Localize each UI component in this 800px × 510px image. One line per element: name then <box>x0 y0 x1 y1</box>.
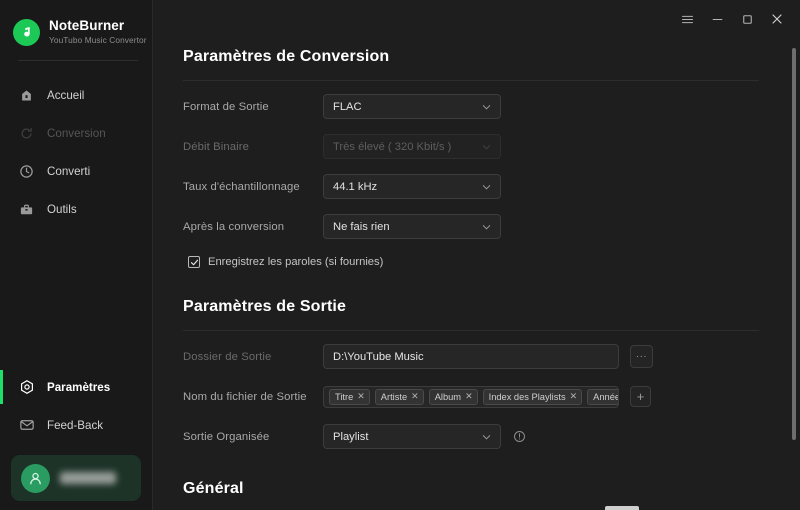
add-filename-tag-button[interactable]: + <box>630 386 651 407</box>
titlebar <box>153 0 800 38</box>
main-area: Paramètres de Conversion Format de Sorti… <box>153 0 800 510</box>
select-value: Très élevé ( 320 Kbit/s ) <box>333 140 452 153</box>
tag-label: Index des Playlists <box>488 391 566 402</box>
sidebar-item-label: Converti <box>47 164 91 178</box>
filename-tag: Année✕ <box>587 388 619 405</box>
row-label: Après la conversion <box>183 220 285 233</box>
chevron-down-icon <box>481 221 492 232</box>
row-apres-la-conversion: Après la conversion Ne fais rien <box>183 212 772 241</box>
sidebar-item-converti[interactable]: Converti <box>0 154 152 188</box>
bitrate-select: Très élevé ( 320 Kbit/s ) <box>323 134 501 159</box>
chevron-down-icon <box>481 101 492 112</box>
select-value: Ne fais rien <box>333 220 390 233</box>
filename-tag: Album ✕ <box>428 388 478 405</box>
section-title-conversion: Paramètres de Conversion <box>183 48 390 65</box>
chevron-down-icon <box>481 141 492 152</box>
sidebar-item-parametres[interactable]: Paramètres <box>0 370 143 404</box>
vertical-scrollbar[interactable] <box>792 48 796 440</box>
row-format-de-sortie: Format de Sortie FLAC <box>183 92 772 121</box>
row-label: Sortie Organisée <box>183 430 270 443</box>
noteburner-disc-icon <box>13 18 40 46</box>
section-divider <box>183 330 759 331</box>
section-divider <box>183 80 759 81</box>
sidebar-nav: Accueil Conversion Converti Outils <box>0 78 152 226</box>
section-title-general: Général <box>183 480 244 497</box>
close-icon[interactable] <box>762 6 792 32</box>
select-value: FLAC <box>333 100 362 113</box>
row-label: Format de Sortie <box>183 100 269 113</box>
save-lyrics-checkbox[interactable]: Enregistrez les paroles (si fournies) <box>188 256 772 268</box>
account-name <box>60 472 116 484</box>
row-debit-binaire: Débit Binaire Très élevé ( 320 Kbit/s ) <box>183 132 772 161</box>
input-value: D:\YouTube Music <box>333 350 424 363</box>
output-format-select[interactable]: FLAC <box>323 94 501 119</box>
account-card[interactable] <box>11 455 141 501</box>
sidebar-item-conversion[interactable]: Conversion <box>0 116 152 150</box>
organized-output-select[interactable]: Playlist <box>323 424 501 449</box>
checkbox-label: Enregistrez les paroles (si fournies) <box>208 256 384 268</box>
filename-tag: Titre ✕ <box>329 388 370 405</box>
sidebar-item-label: Paramètres <box>47 380 111 394</box>
row-label: Nom du fichier de Sortie <box>183 390 307 403</box>
sidebar-bottom: Paramètres Feed-Back <box>0 370 152 510</box>
sidebar-item-outils[interactable]: Outils <box>0 192 152 226</box>
tag-label: Titre <box>335 391 354 402</box>
bottom-cut-off-element <box>605 506 639 510</box>
after-conversion-select[interactable]: Ne fais rien <box>323 214 501 239</box>
sidebar-item-accueil[interactable]: Accueil <box>0 78 152 112</box>
filename-tag-list[interactable]: Titre ✕ Artiste ✕ Album ✕ Index des Playlis… <box>323 385 619 408</box>
section-title-output: Paramètres de Sortie <box>183 298 347 315</box>
row-sortie-organisee: Sortie Organisée Playlist <box>183 422 772 451</box>
tag-label: Album <box>434 391 462 402</box>
filename-tag: Artiste ✕ <box>374 388 424 405</box>
row-taux-echantillonnage: Taux d'échantillonnage 44.1 kHz <box>183 172 772 201</box>
chevron-down-icon <box>481 431 492 442</box>
remove-tag-icon[interactable]: ✕ <box>570 392 578 401</box>
tag-label: Artiste <box>380 391 408 402</box>
sample-rate-select[interactable]: 44.1 kHz <box>323 174 501 199</box>
maximize-icon[interactable] <box>732 6 762 32</box>
sidebar-item-label: Feed-Back <box>47 418 104 432</box>
tag-label: Année <box>593 391 619 402</box>
chevron-down-icon <box>481 181 492 192</box>
hamburger-menu-icon[interactable] <box>672 6 702 32</box>
brand-subtitle: YouTubo Music Convertor <box>49 34 147 45</box>
sidebar: NoteBurner YouTubo Music Convertor Accue… <box>0 0 153 510</box>
sidebar-item-label: Outils <box>47 202 77 216</box>
remove-tag-icon[interactable]: ✕ <box>465 392 473 401</box>
toolbox-icon <box>18 201 35 218</box>
sidebar-item-label: Conversion <box>47 126 106 140</box>
sidebar-item-feedback[interactable]: Feed-Back <box>0 408 152 442</box>
user-avatar-icon <box>21 463 50 493</box>
checkbox-checked-icon <box>188 256 200 268</box>
brand: NoteBurner YouTubo Music Convertor <box>0 0 152 50</box>
select-value: Playlist <box>333 430 369 443</box>
gear-hex-icon <box>18 379 35 396</box>
row-label: Débit Binaire <box>183 140 249 153</box>
output-folder-input[interactable]: D:\YouTube Music <box>323 344 619 369</box>
brand-title: NoteBurner <box>49 18 125 34</box>
home-icon <box>18 87 35 104</box>
row-label: Taux d'échantillonnage <box>183 180 300 193</box>
brand-divider <box>18 60 138 61</box>
browse-folder-button[interactable]: ··· <box>630 345 653 368</box>
clock-icon <box>18 163 35 180</box>
select-value: 44.1 kHz <box>333 180 378 193</box>
row-dossier-de-sortie: Dossier de Sortie D:\YouTube Music ··· <box>183 342 772 371</box>
minimize-icon[interactable] <box>702 6 732 32</box>
refresh-icon <box>18 125 35 142</box>
row-nom-du-fichier: Nom du fichier de Sortie Titre ✕ Artiste ✕… <box>183 382 772 411</box>
row-label: Dossier de Sortie <box>183 350 272 363</box>
sidebar-item-label: Accueil <box>47 88 85 102</box>
remove-tag-icon[interactable]: ✕ <box>357 392 365 401</box>
settings-scroll-area: Paramètres de Conversion Format de Sorti… <box>153 0 800 510</box>
envelope-icon <box>18 417 35 434</box>
remove-tag-icon[interactable]: ✕ <box>411 392 419 401</box>
info-circle-icon[interactable] <box>513 430 526 443</box>
app-window: NoteBurner YouTubo Music Convertor Accue… <box>0 0 800 510</box>
filename-tag: Index des Playlists ✕ <box>482 388 583 405</box>
